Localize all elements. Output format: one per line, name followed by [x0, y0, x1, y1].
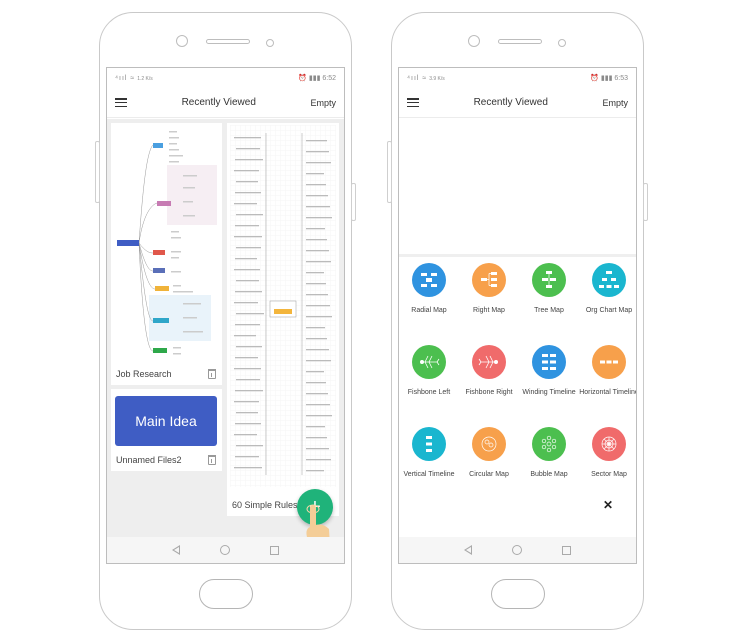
- volume-button: [95, 141, 100, 203]
- back-icon[interactable]: [172, 545, 180, 555]
- template-label: Fishbone Left: [407, 389, 451, 396]
- app-bar: Recently Viewed Empty: [107, 88, 344, 118]
- volume-button: [387, 141, 392, 203]
- template-circular-map[interactable]: Circular Map: [459, 427, 519, 497]
- winding-timeline-icon: [532, 345, 566, 379]
- template-label: Vertical Timeline: [403, 471, 455, 478]
- template-right-map[interactable]: Right Map: [459, 263, 519, 333]
- fishbone-left-icon: [412, 345, 446, 379]
- file-name: Unnamed Files2: [116, 455, 182, 465]
- page-title: Recently Viewed: [473, 97, 548, 108]
- template-fishbone-right[interactable]: Fishbone Right: [459, 345, 519, 415]
- template-bubble-map[interactable]: Bubble Map: [519, 427, 579, 497]
- delete-icon[interactable]: [208, 369, 216, 379]
- recent-files-area: [399, 119, 636, 257]
- power-button: [351, 183, 356, 221]
- right-screen: ⁴ııl ≈ 3.9 K/s ⏰ ▮▮▮ 6:53 Recently Viewe…: [398, 67, 637, 564]
- circular-map-icon: [472, 427, 506, 461]
- menu-icon[interactable]: [407, 98, 419, 107]
- right-map-icon: [472, 263, 506, 297]
- radial-map-icon: [412, 263, 446, 297]
- home-icon[interactable]: [220, 545, 230, 555]
- empty-button[interactable]: Empty: [310, 98, 336, 108]
- template-label: Winding Timeline: [522, 389, 576, 396]
- left-screen: ⁴ııl ≈ 1.2 K/s ⏰ ▮▮▮ 6:52 Recently Viewe…: [106, 67, 345, 564]
- clock: 6:52: [322, 75, 336, 82]
- template-label: Fishbone Right: [465, 389, 513, 396]
- template-vertical-timeline[interactable]: Vertical Timeline: [399, 427, 459, 497]
- fishbone-right-icon: [472, 345, 506, 379]
- vertical-timeline-icon: [412, 427, 446, 461]
- central-node: [117, 240, 139, 246]
- delete-icon[interactable]: [208, 455, 216, 465]
- home-icon[interactable]: [512, 545, 522, 555]
- file-card[interactable]: Job Research: [111, 123, 222, 385]
- menu-icon[interactable]: [115, 98, 127, 107]
- tree-map-icon: [532, 263, 566, 297]
- template-radial-map[interactable]: Radial Map: [399, 263, 459, 333]
- template-label: Circular Map: [469, 471, 509, 478]
- system-nav-bar: [399, 537, 636, 563]
- app-bar: Recently Viewed Empty: [399, 88, 636, 118]
- file-grid: Job Research Main Idea Unnamed Files2 60…: [107, 119, 344, 563]
- file-name: Job Research: [116, 369, 172, 379]
- back-icon[interactable]: [464, 545, 472, 555]
- template-horizontal-timeline[interactable]: Horizontal Timeline: [579, 345, 637, 415]
- template-sector-map[interactable]: Sector Map: [579, 427, 636, 497]
- signal-indicator: ⁴ııl ≈ 1.2 K/s: [115, 74, 153, 82]
- mindmap-thumbnail: [117, 131, 217, 355]
- close-button[interactable]: ✕: [603, 498, 613, 512]
- home-hardware-button: [491, 579, 545, 609]
- org-chart-icon: [592, 263, 626, 297]
- proximity-sensor: [558, 39, 566, 47]
- template-fishbone-left[interactable]: Fishbone Left: [399, 345, 459, 415]
- template-tree-map[interactable]: Tree Map: [519, 263, 579, 333]
- front-camera: [468, 35, 480, 47]
- mindmap-thumbnail: [230, 125, 336, 487]
- template-winding-timeline[interactable]: Winding Timeline: [519, 345, 579, 415]
- status-right: ⏰ ▮▮▮ 6:52: [298, 75, 336, 82]
- earpiece-speaker: [206, 39, 250, 44]
- power-button: [643, 183, 648, 221]
- template-label: Right Map: [473, 307, 505, 314]
- main-idea-thumbnail: Main Idea: [115, 396, 217, 446]
- earpiece-speaker: [498, 39, 542, 44]
- right-phone-frame: ⁴ııl ≈ 3.9 K/s ⏰ ▮▮▮ 6:53 Recently Viewe…: [387, 12, 648, 630]
- file-card[interactable]: Main Idea Unnamed Files2: [111, 389, 222, 471]
- recent-apps-icon[interactable]: [270, 545, 279, 555]
- empty-button[interactable]: Empty: [602, 98, 628, 108]
- bubble-map-icon: [532, 427, 566, 461]
- template-label: Bubble Map: [530, 471, 568, 478]
- left-phone-frame: ⁴ııl ≈ 1.2 K/s ⏰ ▮▮▮ 6:52 Recently Viewe…: [95, 12, 356, 630]
- status-bar: ⁴ııl ≈ 1.2 K/s ⏰ ▮▮▮ 6:52: [107, 68, 344, 88]
- signal-indicator: ⁴ııl ≈ 3.9 K/s: [407, 74, 445, 82]
- template-label: Sector Map: [591, 471, 627, 478]
- template-label: Tree Map: [534, 307, 564, 314]
- page-title: Recently Viewed: [181, 97, 256, 108]
- proximity-sensor: [266, 39, 274, 47]
- clock: 6:53: [614, 75, 628, 82]
- template-label: Org Chart Map: [585, 307, 633, 314]
- status-right: ⏰ ▮▮▮ 6:53: [590, 75, 628, 82]
- sector-map-icon: [592, 427, 626, 461]
- status-bar: ⁴ııl ≈ 3.9 K/s ⏰ ▮▮▮ 6:53: [399, 68, 636, 88]
- recent-apps-icon[interactable]: [562, 545, 571, 555]
- file-card[interactable]: 60 Simple Rules: [227, 123, 339, 516]
- template-label: Radial Map: [411, 307, 447, 314]
- template-picker: Radial Map Right Map Tree Map Org Chart Map…: [399, 263, 636, 497]
- front-camera: [176, 35, 188, 47]
- template-org-chart-map[interactable]: Org Chart Map: [579, 263, 636, 333]
- file-name: 60 Simple Rules: [232, 500, 298, 510]
- system-nav-bar: [107, 537, 344, 563]
- horizontal-timeline-icon: [592, 345, 626, 379]
- home-hardware-button: [199, 579, 253, 609]
- template-label: Horizontal Timeline: [579, 389, 637, 396]
